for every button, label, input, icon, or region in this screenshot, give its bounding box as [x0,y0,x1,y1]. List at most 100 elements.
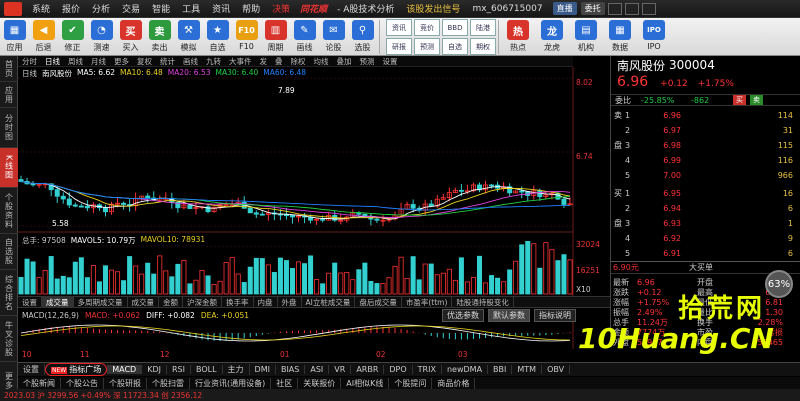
order-book-row[interactable]: 买 1 6.95 16 [611,188,800,199]
news-tab[interactable]: AI相似K线 [341,377,390,389]
chart-tab[interactable]: 画线 [179,56,202,67]
order-book-row[interactable]: 卖 1 6.96 114 [611,110,800,121]
news-tab[interactable]: 个股提问 [389,377,433,389]
default-params-button[interactable]: 默认参数 [488,309,530,322]
volume-indicator-tab[interactable]: 市盈率(ttm) [402,296,453,308]
indicator-tab-obv[interactable]: OBV [542,365,571,374]
news-tab[interactable]: 个股新闻 [18,377,61,389]
quick-buy-button[interactable]: 买 [733,95,746,105]
maximize-button[interactable] [624,2,639,15]
indicator-tab-vr[interactable]: VR [329,365,352,374]
order-book-row[interactable]: 4 6.99 116 [611,155,800,166]
menu-news[interactable]: 资讯 [206,2,236,15]
menu-analysis[interactable]: 分析 [86,2,116,15]
toolbar-back-button[interactable]: ◀ 后退 [29,18,58,56]
indicator-tab-arbr[interactable]: ARBR [351,365,385,374]
menu-system[interactable]: 系统 [26,2,56,15]
minimize-button[interactable] [607,2,622,15]
order-book-row[interactable]: 盘 3 6.93 1 [611,218,800,229]
mini-hk-button[interactable]: 陆港 [470,19,496,36]
indicator-tab-macd[interactable]: MACD [107,365,143,374]
toolbar-org-button[interactable]: ▤ 机构 [569,18,603,56]
chart-tab[interactable]: 均线 [310,56,333,67]
toolbar-draw-button[interactable]: ✎ 画线 [290,18,319,56]
news-tab[interactable]: 行业资讯(通用设备) [190,377,272,389]
live-button[interactable]: 直播 [552,2,577,15]
indicator-tab-newdma[interactable]: newDMA [442,365,489,374]
account-id[interactable]: mx_606715007 [466,4,548,14]
menu-trade[interactable]: 交易 [116,2,146,15]
chart-tab[interactable]: 月线 [87,56,110,67]
indicator-tab-trix[interactable]: TRIX [413,365,442,374]
indicator-tab-bbi[interactable]: BBI [488,365,513,374]
indicator-tab-bias[interactable]: BIAS [276,365,306,374]
chart-tab[interactable]: 设置 [379,56,402,67]
news-tab[interactable]: 关联报价 [298,377,342,389]
volume-indicator-tab[interactable]: 成交量 [128,296,159,308]
mini-options-button[interactable]: 期权 [470,38,496,55]
mini-research-button[interactable]: 研报 [386,38,412,55]
volume-indicator-tab[interactable]: 内盘 [254,296,278,308]
news-tab[interactable]: 个股公告 [61,377,104,389]
indicator-tab-dmi[interactable]: DMI [250,365,276,374]
vtab-apps[interactable]: 应用 [0,82,18,108]
indicator-tab-asi[interactable]: ASI [305,365,330,374]
chart-tab[interactable]: 叠加 [333,56,356,67]
mini-auction-button[interactable]: 竞价 [414,19,440,36]
signal-alert[interactable]: 该股发出信号 [400,2,466,15]
news-tab[interactable]: 社区 [271,377,299,389]
indicator-tab-kdj[interactable]: KDJ [142,365,167,374]
order-book-row[interactable]: 2 6.94 6 [611,203,800,214]
chart-tab[interactable]: 叠 [271,56,287,67]
volume-indicator-tab[interactable]: AI立桩成交量 [302,296,356,308]
news-tab[interactable]: 商品价格 [432,377,476,389]
vtab-home[interactable]: 首页 [0,56,18,82]
toolbar-period-button[interactable]: ▥ 周期 [261,18,290,56]
vtab-watchlist[interactable]: 自选股 [0,234,18,270]
order-book-row[interactable]: 5 6.91 6 [611,248,800,259]
chart-tab[interactable]: 发 [256,56,272,67]
toolbar-forum-button[interactable]: ✉ 论股 [319,18,348,56]
optimal-params-button[interactable]: 优选参数 [442,309,484,322]
indicator-help-button[interactable]: 指标说明 [534,309,576,322]
chart-tab[interactable]: 九转 [202,56,225,67]
toolbar-sell-button[interactable]: 卖卖出 [145,18,174,56]
quick-sell-button[interactable]: 卖 [750,95,763,105]
indicator-tab-mtm[interactable]: MTM [512,365,543,374]
order-book-row[interactable]: 盘 3 6.98 115 [611,140,800,151]
mini-forecast-button[interactable]: 预测 [414,38,440,55]
toolbar-data-button[interactable]: ▦ 数据 [603,18,637,56]
indicator-tab-rsi[interactable]: RSI [167,365,191,374]
toolbar-fix-button[interactable]: ✔ 修正 [58,18,87,56]
vtab-timeshare[interactable]: 分时图 [0,108,18,148]
volume-indicator-tab[interactable]: 设置 [18,296,42,308]
chart-tab[interactable]: 周线 [64,56,87,67]
volume-indicator-tab[interactable]: 盘后成交量 [355,296,402,308]
volume-indicator-tab[interactable]: 金额 [159,296,183,308]
menu-smart[interactable]: 智能 [146,2,176,15]
indicator-tab-dpo[interactable]: DPO [384,365,413,374]
menu-decision[interactable]: 决策 [266,2,296,15]
menu-tools[interactable]: 工具 [176,2,206,15]
chart-tab[interactable]: 统计 [156,56,179,67]
toolbar-apps-button[interactable]: ▦ 应用 [0,18,29,56]
vtab-kline[interactable]: K线图 [0,148,18,188]
toolbar-hot-button[interactable]: 热热点 [501,18,535,56]
chart-tab[interactable]: 更多 [110,56,133,67]
mini-watch-button[interactable]: 自选 [442,38,468,55]
mini-news-button[interactable]: 资讯 [386,19,412,36]
toolbar-simulate-button[interactable]: ⚒ 模拟 [174,18,203,56]
indicator-tab-boll[interactable]: BOLL [191,365,223,374]
volume-indicator-tab[interactable]: 换手率 [222,296,254,308]
volume-indicator-tab[interactable]: 多周期成交量 [74,296,128,308]
volume-indicator-tab[interactable]: 外盘 [278,296,302,308]
chart-tab[interactable]: 预测 [356,56,379,67]
news-tab[interactable]: 个股扫雷 [147,377,190,389]
volume-indicator-tab[interactable]: 沪深金额 [183,296,222,308]
order-book-row[interactable]: 5 7.00 966 [611,170,800,181]
chart-tab[interactable]: 分时 [18,56,41,67]
big-order-label[interactable]: 大买单 [661,262,741,273]
toolbar-dragon-button[interactable]: 龙龙虎 [535,18,569,56]
macd-panel[interactable]: MACD(12,26,9) MACD: +0.062 DIFF: +0.082 … [18,309,610,349]
vtab-ranking[interactable]: 综合排名 [0,270,18,316]
